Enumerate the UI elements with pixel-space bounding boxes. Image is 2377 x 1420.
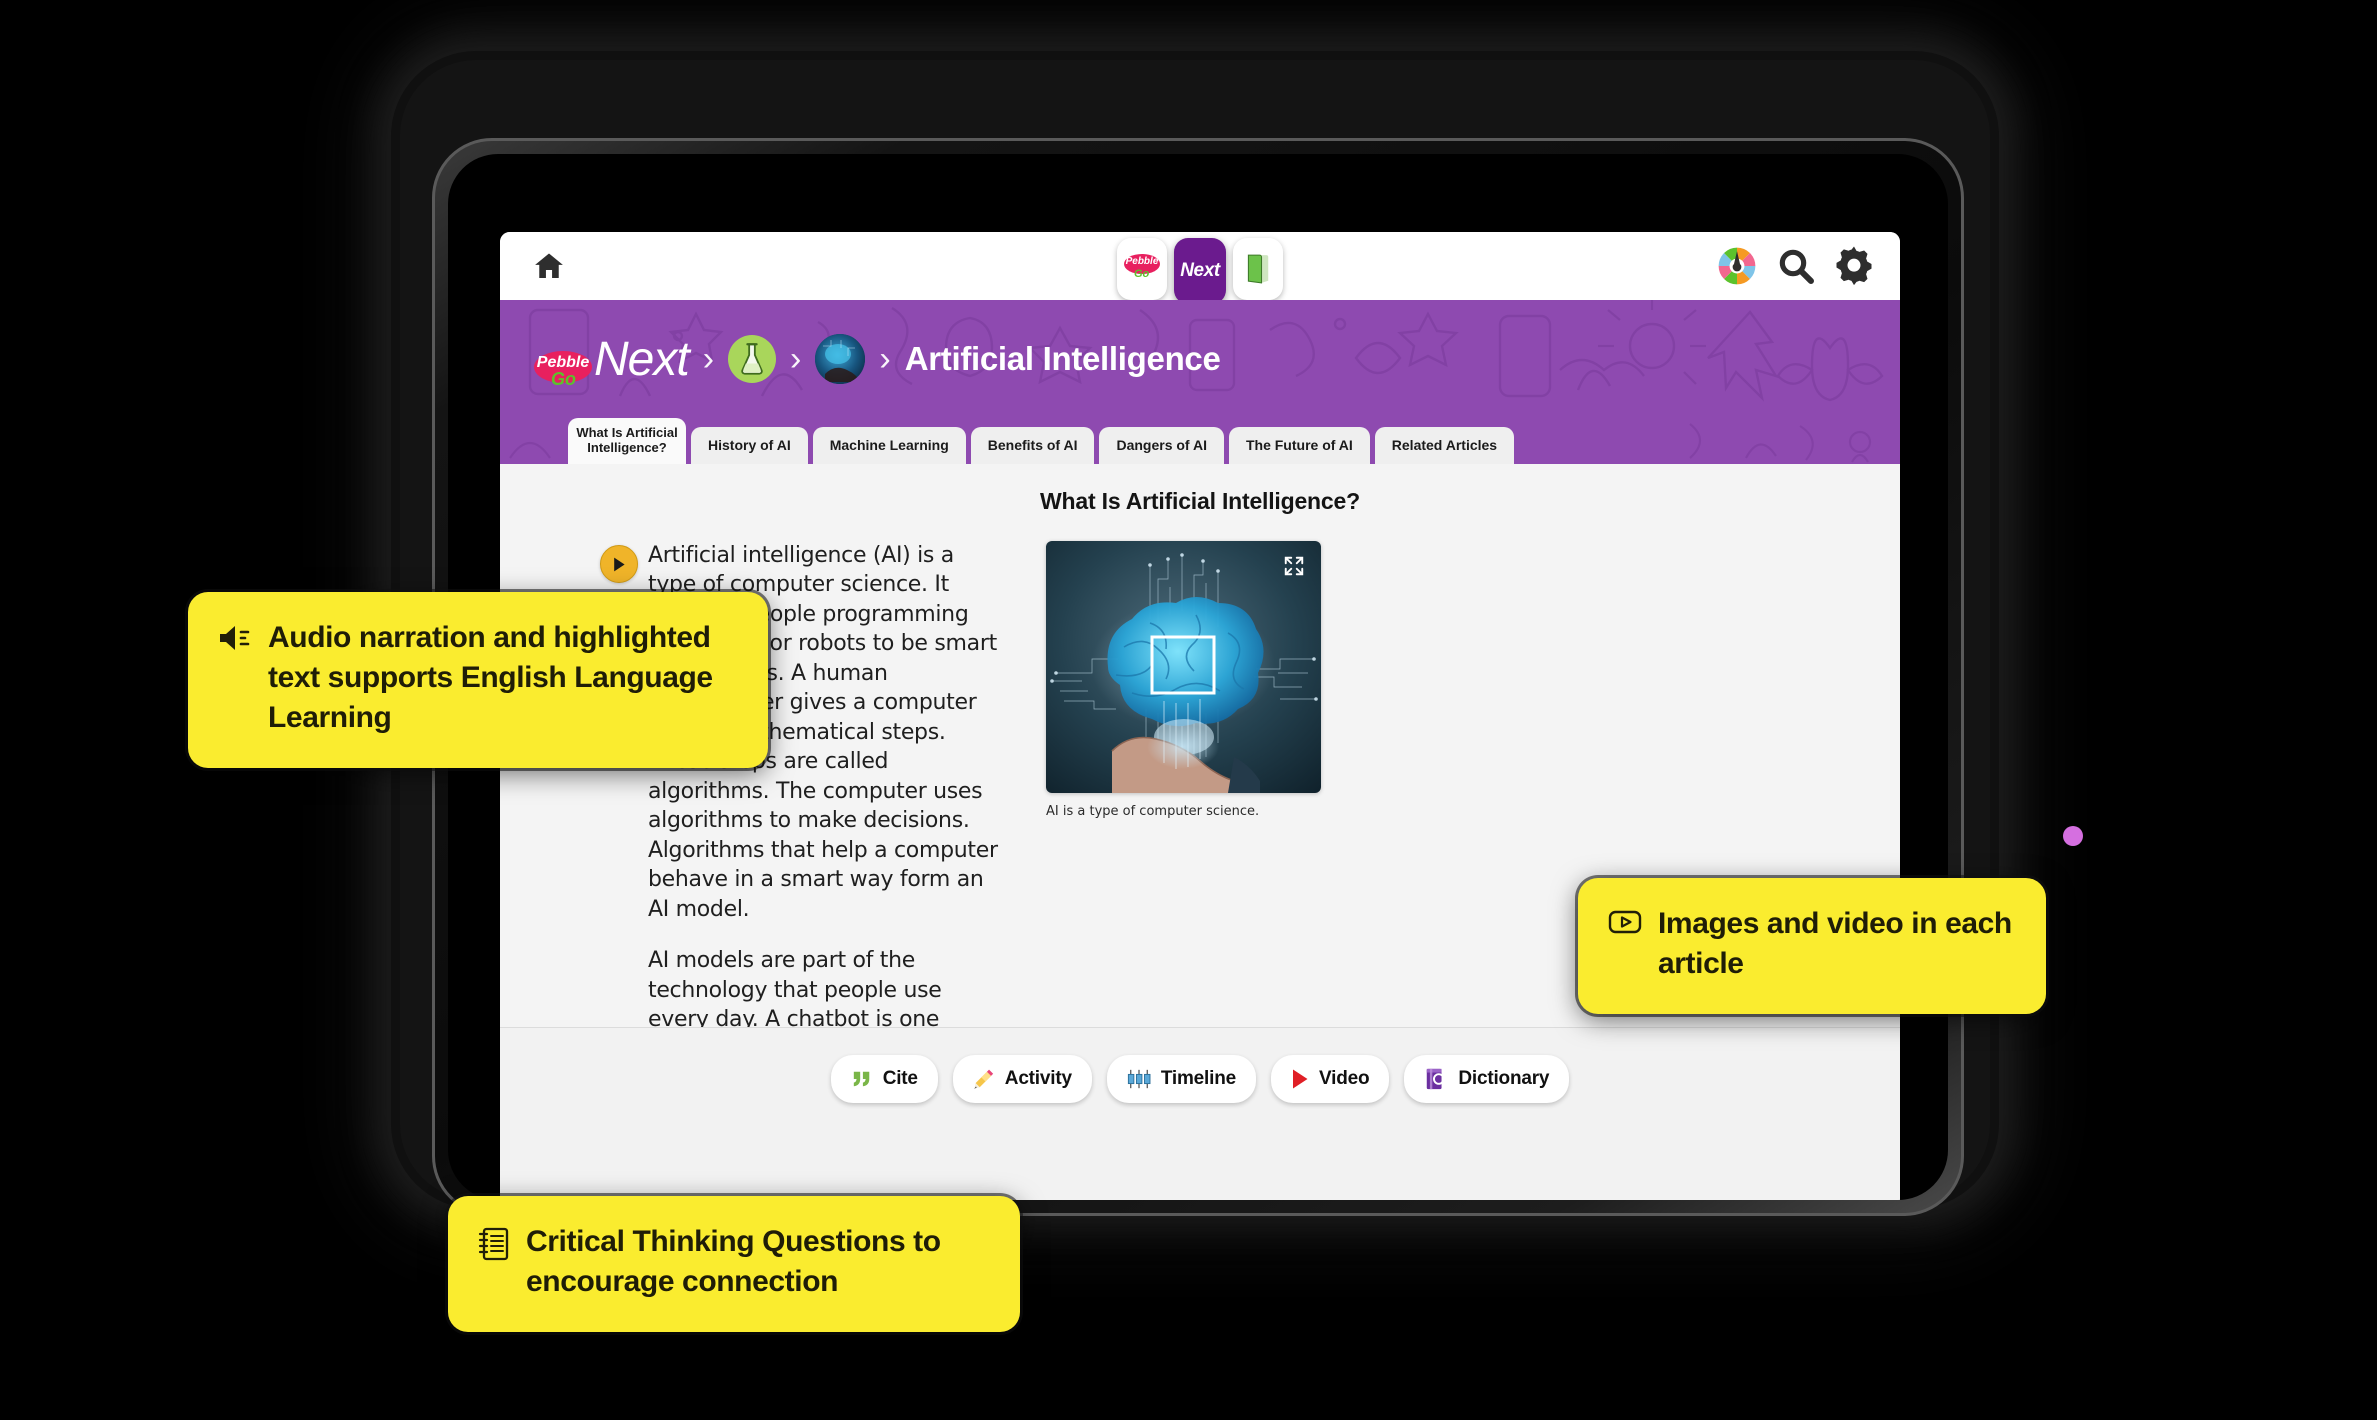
page-title: What Is Artificial Intelligence? bbox=[1040, 488, 1360, 514]
callout-images-video: Images and video in each article bbox=[1578, 878, 2046, 1014]
product-button-pebblego[interactable]: Pebble Go bbox=[1117, 238, 1167, 300]
callout-audio-narration: Audio narration and highlighted text sup… bbox=[188, 592, 768, 768]
figure-caption: AI is a type of computer science. bbox=[1046, 804, 1260, 819]
green-book-icon bbox=[1247, 254, 1269, 284]
tab-the-future-of-ai[interactable]: The Future of AI bbox=[1228, 427, 1370, 464]
breadcrumb-separator-3: › bbox=[879, 340, 891, 378]
article-image[interactable] bbox=[1046, 541, 1321, 793]
product-button-book[interactable] bbox=[1233, 238, 1283, 300]
breadcrumb-header: Pebble Go Next › › › Artificial Intellig… bbox=[500, 300, 1900, 418]
activity-label: Activity bbox=[1004, 1067, 1072, 1089]
pebblego-logo-icon: Pebble Go bbox=[1122, 254, 1162, 284]
tab-what-is-artificial-intelligence[interactable]: What Is Artificial Intelligence? bbox=[568, 418, 686, 464]
video-label: Video bbox=[1318, 1067, 1370, 1089]
play-audio-icon bbox=[614, 557, 625, 571]
breadcrumb: Pebble Go Next › › › Artificial Intellig… bbox=[500, 300, 1900, 418]
callout-critical-thinking: Critical Thinking Questions to encourage… bbox=[448, 1196, 1020, 1332]
video-box-icon bbox=[1608, 909, 1642, 940]
tab-benefits-of-ai[interactable]: Benefits of AI bbox=[970, 427, 1095, 464]
dictionary-book-icon bbox=[1427, 1068, 1448, 1089]
breadcrumb-separator-2: › bbox=[790, 340, 802, 378]
timeline-icon bbox=[1127, 1069, 1151, 1088]
product-button-next-label: Next bbox=[1180, 260, 1220, 281]
pebblego-logo-go: Go bbox=[1134, 268, 1150, 280]
cite-label: Cite bbox=[882, 1067, 918, 1089]
home-icon bbox=[535, 253, 563, 278]
tab-history-of-ai[interactable]: History of AI bbox=[691, 427, 808, 464]
gear-icon bbox=[1836, 246, 1872, 286]
article-thumbnail-icon bbox=[815, 334, 866, 384]
article-tab-strip: What Is Artificial Intelligence? History… bbox=[500, 418, 1900, 464]
home-button[interactable] bbox=[526, 243, 572, 289]
play-triangle-icon bbox=[1292, 1069, 1308, 1088]
breadcrumb-logo[interactable]: Pebble Go Next bbox=[534, 332, 690, 389]
article-paragraph-2: AI models are part of the technology tha… bbox=[648, 948, 942, 1027]
breadcrumb-science-button[interactable] bbox=[728, 335, 777, 383]
article-media-column: AI is a type of computer science. bbox=[1046, 541, 1321, 1027]
callout-media-text: Images and video in each article bbox=[1658, 907, 2012, 980]
notebook-icon bbox=[478, 1227, 510, 1266]
product-switcher: Pebble Go Next bbox=[1117, 238, 1283, 304]
tab-related-articles[interactable]: Related Articles bbox=[1374, 427, 1515, 464]
screenshot-stage: Pebble Go Next Pebble Go Next › › › Arti… bbox=[0, 0, 2377, 1420]
flask-icon bbox=[741, 343, 763, 375]
settings-button[interactable] bbox=[1834, 246, 1874, 286]
go-word: Go bbox=[551, 368, 576, 389]
speaker-icon bbox=[218, 623, 252, 658]
article-tools-toolbar: Cite Activity Timeline Video Dictionary bbox=[500, 1027, 1900, 1129]
activity-button[interactable]: Activity bbox=[952, 1054, 1092, 1103]
search-button[interactable] bbox=[1776, 246, 1816, 286]
timeline-label: Timeline bbox=[1160, 1067, 1236, 1089]
color-wheel-icon bbox=[1718, 247, 1756, 285]
top-bar-actions bbox=[1716, 245, 1874, 287]
dictionary-button[interactable]: Dictionary bbox=[1404, 1054, 1570, 1103]
callout-ctq-text: Critical Thinking Questions to encourage… bbox=[526, 1225, 941, 1298]
expand-image-button[interactable] bbox=[1277, 551, 1311, 581]
dictionary-label: Dictionary bbox=[1458, 1067, 1550, 1089]
decorative-dot bbox=[2063, 826, 2083, 846]
tab-dangers-of-ai[interactable]: Dangers of AI bbox=[1099, 427, 1224, 464]
callout-audio-text: Audio narration and highlighted text sup… bbox=[268, 621, 713, 734]
color-wheel-button[interactable] bbox=[1716, 245, 1758, 287]
search-icon bbox=[1779, 249, 1814, 284]
breadcrumb-separator-1: › bbox=[702, 340, 715, 378]
product-button-next[interactable]: Next bbox=[1174, 238, 1226, 304]
pencil-icon bbox=[974, 1069, 993, 1089]
tab-machine-learning[interactable]: Machine Learning bbox=[812, 427, 966, 464]
quote-icon bbox=[853, 1071, 869, 1086]
timeline-button[interactable]: Timeline bbox=[1106, 1054, 1256, 1103]
breadcrumb-page-title: Artificial Intelligence bbox=[904, 340, 1221, 377]
video-button[interactable]: Video bbox=[1270, 1054, 1390, 1103]
pebblego-badge-icon: Pebble Go bbox=[534, 350, 596, 389]
app-top-bar: Pebble Go Next bbox=[500, 232, 1900, 304]
audio-play-button[interactable] bbox=[600, 545, 638, 583]
cite-button[interactable]: Cite bbox=[830, 1054, 938, 1103]
pebblego-logo-word: Pebble bbox=[1125, 256, 1159, 267]
breadcrumb-next-label: Next bbox=[594, 332, 690, 386]
expand-icon bbox=[1284, 556, 1304, 576]
breadcrumb-article-thumbnail[interactable] bbox=[815, 334, 866, 384]
